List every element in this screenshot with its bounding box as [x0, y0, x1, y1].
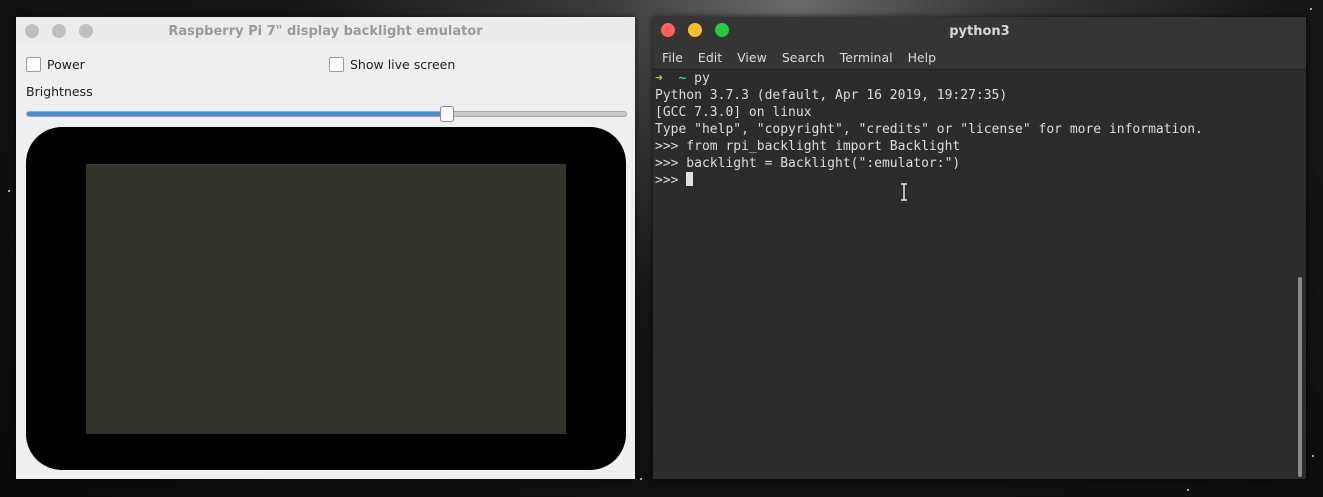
- output-line: >>> from rpi_backlight import Backlight: [655, 139, 961, 154]
- output-line: >>> backlight = Backlight(":emulator:"): [655, 156, 961, 171]
- star: [1187, 489, 1189, 491]
- close-icon[interactable]: [661, 23, 675, 37]
- star: [640, 478, 642, 480]
- star: [1310, 8, 1312, 10]
- maximize-icon[interactable]: [79, 24, 93, 38]
- brightness-label: Brightness: [26, 84, 93, 99]
- power-checkbox-row[interactable]: Power: [26, 57, 85, 72]
- emulator-titlebar[interactable]: Raspberry Pi 7" display backlight emulat…: [16, 17, 635, 45]
- power-checkbox[interactable]: [26, 57, 41, 72]
- window-title: Raspberry Pi 7" display backlight emulat…: [168, 23, 483, 39]
- menu-help[interactable]: Help: [908, 50, 937, 65]
- live-screen-checkbox[interactable]: [329, 57, 344, 72]
- scrollbar[interactable]: [1298, 277, 1302, 477]
- minimize-icon[interactable]: [52, 24, 66, 38]
- emulator-window: Raspberry Pi 7" display backlight emulat…: [16, 17, 635, 479]
- terminal-window: python3 File Edit View Search Terminal H…: [653, 17, 1306, 479]
- close-icon[interactable]: [25, 24, 39, 38]
- display-screen: [86, 164, 566, 434]
- output-line: [GCC 7.3.0] on linux: [655, 105, 812, 120]
- output-line: Type "help", "copyright", "credits" or "…: [655, 122, 1203, 137]
- text-cursor: [686, 172, 694, 186]
- star: [8, 190, 10, 192]
- live-screen-checkbox-row[interactable]: Show live screen: [329, 57, 455, 72]
- output-line: Python 3.7.3 (default, Apr 16 2019, 19:2…: [655, 88, 1008, 103]
- menu-search[interactable]: Search: [782, 50, 825, 65]
- menu-file[interactable]: File: [662, 50, 683, 65]
- terminal-output[interactable]: ➜ ~ py Python 3.7.3 (default, Apr 16 201…: [653, 70, 1306, 479]
- menu-bar: File Edit View Search Terminal Help: [653, 45, 1306, 70]
- terminal-titlebar[interactable]: python3: [653, 17, 1306, 45]
- star: [1312, 455, 1314, 457]
- display-bezel: [26, 127, 626, 470]
- shell-command: py: [694, 71, 710, 86]
- live-screen-label: Show live screen: [350, 57, 456, 72]
- menu-terminal[interactable]: Terminal: [840, 50, 893, 65]
- power-label: Power: [47, 57, 85, 72]
- minimize-icon[interactable]: [688, 23, 702, 37]
- python-prompt: >>>: [655, 173, 687, 188]
- shell-prompt-line: ➜ ~ py: [655, 70, 1304, 87]
- window-title: python3: [949, 23, 1010, 39]
- slider-fill: [27, 112, 447, 116]
- maximize-icon[interactable]: [715, 23, 729, 37]
- brightness-slider[interactable]: [26, 106, 627, 122]
- ibeam-cursor-icon: [901, 183, 907, 201]
- prompt-arrow-icon: ➜: [655, 71, 663, 86]
- prompt-directory: ~: [678, 71, 687, 86]
- current-prompt-line[interactable]: >>>: [655, 172, 1304, 189]
- menu-view[interactable]: View: [737, 50, 767, 65]
- slider-handle[interactable]: [440, 106, 455, 122]
- menu-edit[interactable]: Edit: [698, 50, 722, 65]
